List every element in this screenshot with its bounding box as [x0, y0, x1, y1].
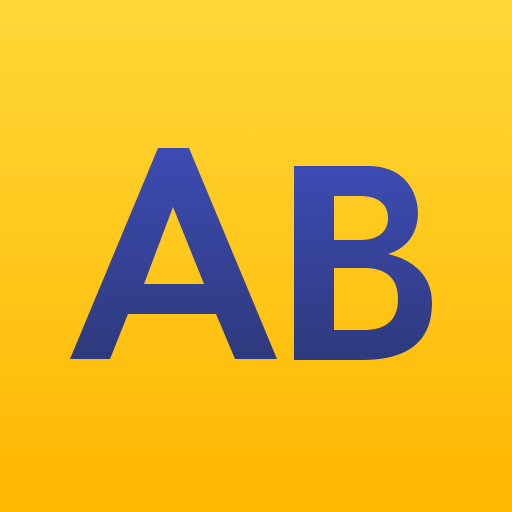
app-icon-tile — [0, 0, 512, 512]
letter-b-glyph — [294, 166, 432, 360]
monogram-logo — [70, 148, 432, 360]
letter-a-glyph — [70, 148, 277, 359]
